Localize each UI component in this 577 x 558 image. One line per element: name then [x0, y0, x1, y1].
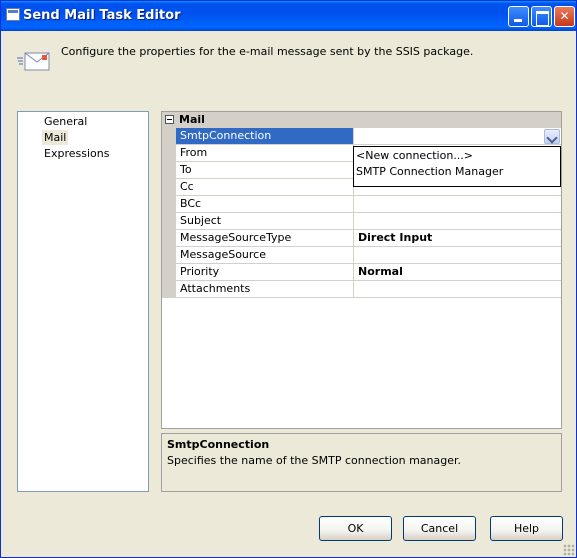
property-value[interactable] — [355, 128, 561, 144]
property-value[interactable] — [355, 213, 561, 229]
property-name: From — [176, 145, 354, 161]
smtpconnection-dropdown-list: <New connection...> SMTP Connection Mana… — [353, 146, 561, 187]
dropdown-option-new-connection[interactable]: <New connection...> — [354, 148, 560, 164]
property-row-smtpconnection[interactable]: SmtpConnection — [176, 128, 561, 145]
property-row-messagesourcetype[interactable]: MessageSourceType Direct Input — [176, 230, 561, 247]
property-value[interactable] — [355, 281, 561, 297]
dropdown-option-smtp-connection-manager[interactable]: SMTP Connection Manager — [354, 164, 560, 180]
close-button[interactable] — [554, 6, 575, 27]
window-title: Send Mail Task Editor — [23, 8, 181, 23]
property-value[interactable]: Direct Input — [355, 230, 561, 246]
category-row-mail: Mail — [162, 112, 561, 128]
cancel-button[interactable]: Cancel — [403, 516, 476, 541]
property-name: MessageSourceType — [176, 230, 354, 246]
page-navigation-list: General Mail Expressions — [17, 111, 149, 492]
property-row-subject[interactable]: Subject — [176, 213, 561, 230]
ok-button[interactable]: OK — [319, 516, 392, 541]
grid-gutter — [162, 128, 176, 298]
property-name: Subject — [176, 213, 354, 229]
property-row-priority[interactable]: Priority Normal — [176, 264, 561, 281]
title-bar[interactable]: Send Mail Task Editor — [1, 1, 576, 31]
property-name: Attachments — [176, 281, 354, 297]
property-name: SmtpConnection — [176, 128, 354, 144]
property-description-panel: SmtpConnection Specifies the name of the… — [161, 433, 562, 492]
window-icon — [6, 8, 20, 21]
resize-grip[interactable] — [563, 544, 575, 556]
property-name: Priority — [176, 264, 354, 280]
send-mail-task-editor-window: Send Mail Task Editor Configure the prop… — [0, 0, 577, 558]
collapse-toggle-icon[interactable] — [165, 115, 174, 124]
property-value[interactable]: Normal — [355, 264, 561, 280]
category-label: Mail — [179, 113, 205, 126]
property-value[interactable] — [355, 196, 561, 212]
nav-item-expressions[interactable]: Expressions — [42, 146, 111, 161]
nav-item-mail[interactable]: Mail — [42, 130, 69, 145]
maximize-button[interactable] — [531, 6, 552, 27]
property-name: MessageSource — [176, 247, 354, 263]
minimize-button[interactable] — [508, 6, 529, 27]
description-text: Specifies the name of the SMTP connectio… — [167, 454, 462, 467]
nav-item-general[interactable]: General — [42, 114, 89, 129]
property-value[interactable] — [355, 247, 561, 263]
property-row-attachments[interactable]: Attachments — [176, 281, 561, 298]
property-row-messagesource[interactable]: MessageSource — [176, 247, 561, 264]
property-row-bcc[interactable]: BCc — [176, 196, 561, 213]
description-title: SmtpConnection — [167, 438, 270, 451]
property-name: To — [176, 162, 354, 178]
property-name: BCc — [176, 196, 354, 212]
smtpconnection-dropdown-button[interactable] — [544, 129, 560, 144]
property-name: Cc — [176, 179, 354, 195]
header-description: Configure the properties for the e-mail … — [61, 45, 474, 58]
help-button[interactable]: Help — [490, 516, 563, 541]
mail-envelope-icon — [17, 52, 50, 71]
